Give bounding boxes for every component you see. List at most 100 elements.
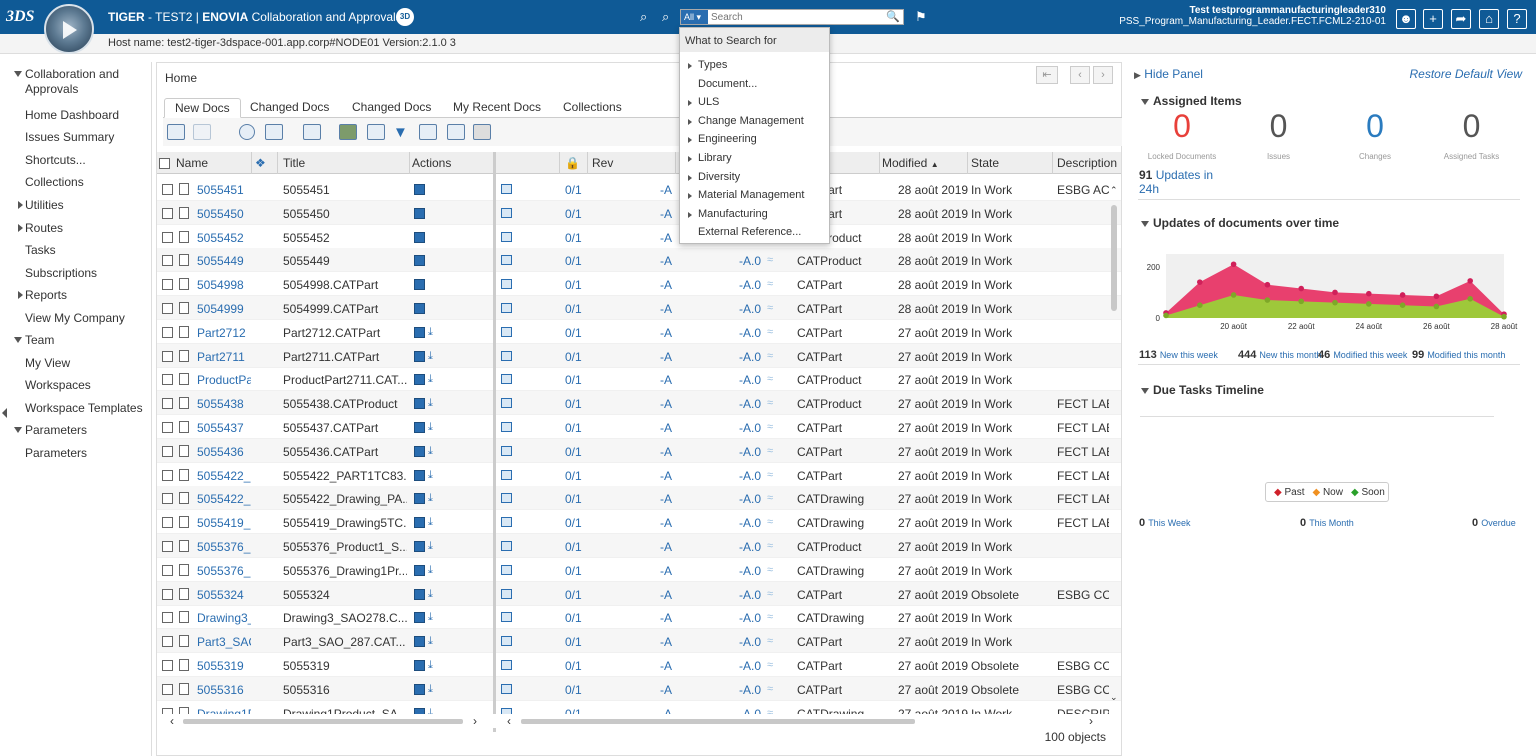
table-row[interactable]: 5055376_F 5055376_Product1_S... ⤓ 0/1 -A -A.0…: [157, 534, 1121, 558]
table-row[interactable]: 5055376_D 5055376_Drawing1Pr... ⤓ 0/1 -A -A.0…: [157, 558, 1121, 582]
subscribe-icon[interactable]: [414, 541, 425, 552]
download-icon[interactable]: ⤓: [428, 564, 440, 576]
row-checkbox[interactable]: [162, 231, 173, 243]
sidebar-item[interactable]: Parameters: [0, 423, 152, 438]
expand-arrow-icon[interactable]: [688, 174, 692, 181]
checkout-icon[interactable]: [501, 398, 512, 409]
row-version-link[interactable]: 0/1: [565, 588, 582, 602]
checkout-icon[interactable]: [501, 231, 512, 242]
sidebar-item[interactable]: Collaboration and Approvals: [0, 67, 130, 97]
search-type-item[interactable]: Library: [698, 152, 732, 164]
download-icon[interactable]: ⤓: [428, 373, 440, 385]
rss-icon[interactable]: ≈: [767, 659, 773, 671]
row-name-link[interactable]: 5055422_F: [197, 469, 251, 483]
subscribe-icon[interactable]: [414, 374, 425, 386]
expand-arrow-icon[interactable]: [688, 211, 692, 218]
search-type-item[interactable]: Types: [698, 59, 727, 71]
expand-arrow-icon[interactable]: [688, 118, 692, 125]
rss-icon[interactable]: ≈: [767, 445, 773, 457]
col-title[interactable]: Title: [283, 156, 305, 170]
row-revision-link[interactable]: -A.0: [739, 588, 761, 602]
refresh-icon[interactable]: [367, 124, 385, 140]
tab-item[interactable]: New Docs: [164, 98, 241, 118]
table-row[interactable]: 5055437 5055437.CATPart ⤓ 0/1 -A -A.0 ≈ CATPart…: [157, 415, 1121, 439]
expand-arrow-icon[interactable]: [688, 137, 692, 144]
row-checkbox[interactable]: [162, 303, 173, 314]
hide-panel-link[interactable]: ▶ Hide Panel: [1134, 67, 1203, 81]
pane-splitter[interactable]: [493, 152, 496, 732]
search-input[interactable]: [711, 10, 887, 24]
checkout-icon[interactable]: [501, 279, 512, 290]
assigned-count[interactable]: 0: [1335, 108, 1415, 145]
table-row[interactable]: Drawing3_ Drawing3_SAO278.C... ⤓ 0/1 -A -A.0 ≈…: [157, 605, 1121, 630]
row-name-link[interactable]: Part2712: [197, 326, 251, 340]
subscribe-icon[interactable]: [414, 303, 425, 314]
help-icon[interactable]: ?: [1507, 9, 1527, 29]
row-rev-link[interactable]: -A: [660, 207, 672, 221]
row-rev-link[interactable]: -A: [660, 492, 672, 506]
find-icon[interactable]: [239, 124, 255, 140]
row-checkbox[interactable]: [162, 517, 173, 529]
subscribe-icon[interactable]: [414, 184, 425, 195]
sidebar-item[interactable]: Workspace Templates: [0, 401, 152, 416]
checkout-icon[interactable]: [501, 683, 512, 694]
rss-icon[interactable]: ≈: [767, 540, 773, 552]
row-revision-link[interactable]: -A.0: [739, 564, 761, 578]
row-rev-link[interactable]: -A: [660, 350, 672, 364]
search-type-item[interactable]: Engineering: [698, 133, 757, 145]
export-icon[interactable]: [339, 124, 357, 140]
row-rev-link[interactable]: -A: [660, 445, 672, 459]
row-checkbox[interactable]: [162, 207, 173, 219]
download-icon[interactable]: ⤓: [428, 326, 440, 338]
stat-item[interactable]: 46 Modified this week: [1318, 349, 1407, 361]
row-rev-link[interactable]: -A: [660, 564, 672, 578]
row-checkbox[interactable]: [162, 350, 173, 362]
search-type-item[interactable]: Material Management: [698, 189, 804, 201]
checkout-icon[interactable]: [501, 303, 512, 313]
row-rev-link[interactable]: -A: [660, 469, 672, 483]
table-row[interactable]: 505545250554520/1-ACATProduct28 août 201…: [157, 225, 1121, 249]
col-name[interactable]: Name: [176, 156, 208, 170]
row-name-link[interactable]: 5055451: [197, 183, 251, 197]
checkout-icon[interactable]: [501, 207, 512, 218]
row-checkbox[interactable]: [162, 422, 173, 433]
row-revision-link[interactable]: -A.0: [739, 278, 761, 292]
assigned-count[interactable]: 0: [1142, 108, 1222, 145]
row-name-link[interactable]: Drawing1P: [197, 707, 251, 714]
row-version-link[interactable]: 0/1: [565, 373, 582, 387]
download-icon[interactable]: ⤓: [428, 397, 440, 409]
scroll-thumb-left[interactable]: [183, 719, 463, 724]
subscribe-icon[interactable]: [414, 469, 425, 481]
view-icon[interactable]: [303, 124, 321, 140]
table-row[interactable]: 5054999 5054999.CATPart 0/1 -A -A.0 ≈ CATPart 2…: [157, 296, 1121, 320]
table-row[interactable]: 5055422_D 5055422_Drawing_PA... ⤓ 0/1 -A -A.0…: [157, 486, 1121, 511]
download-icon[interactable]: ⤓: [428, 635, 440, 647]
expand-icon[interactable]: [419, 124, 437, 140]
table-row[interactable]: 505545050554500/1-ACATPart28 août 2019In…: [157, 200, 1121, 225]
columns-icon[interactable]: [447, 124, 465, 140]
checkout-icon[interactable]: [501, 541, 512, 551]
checkout-icon[interactable]: [501, 326, 512, 337]
scroll-right-icon[interactable]: ›: [473, 714, 477, 728]
table-row[interactable]: Part3_SAC Part3_SAO_287.CAT... ⤓ 0/1 -A -A.0 ≈…: [157, 629, 1121, 654]
table-row[interactable]: 5055319 5055319 ⤓ 0/1 -A -A.0 ≈ CATPart 27 août …: [157, 653, 1121, 677]
download-icon[interactable]: ⤓: [428, 540, 440, 552]
subscribe-icon[interactable]: [414, 564, 425, 576]
checkout-icon[interactable]: [501, 636, 512, 647]
rss-icon[interactable]: ≈: [767, 350, 773, 362]
collapse-home-icon[interactable]: ⇤: [1036, 66, 1058, 84]
subscribe-icon[interactable]: [414, 398, 425, 410]
row-checkbox[interactable]: [162, 184, 173, 195]
row-version-link[interactable]: 0/1: [565, 207, 582, 221]
table-row[interactable]: 5055419_D 5055419_Drawing5TC... ⤓ 0/1 -A -A.0…: [157, 510, 1121, 535]
row-rev-link[interactable]: -A: [660, 707, 672, 714]
row-checkbox[interactable]: [162, 398, 173, 410]
rss-icon[interactable]: ≈: [767, 254, 773, 266]
row-name-link[interactable]: 5055438: [197, 397, 251, 411]
row-version-link[interactable]: 0/1: [565, 683, 582, 697]
add-existing-icon[interactable]: [193, 124, 211, 140]
row-name-link[interactable]: 5054998: [197, 278, 251, 292]
home-icon[interactable]: ⌂: [1479, 9, 1499, 29]
tools-icon[interactable]: [473, 124, 491, 140]
row-revision-link[interactable]: -A.0: [739, 326, 761, 340]
